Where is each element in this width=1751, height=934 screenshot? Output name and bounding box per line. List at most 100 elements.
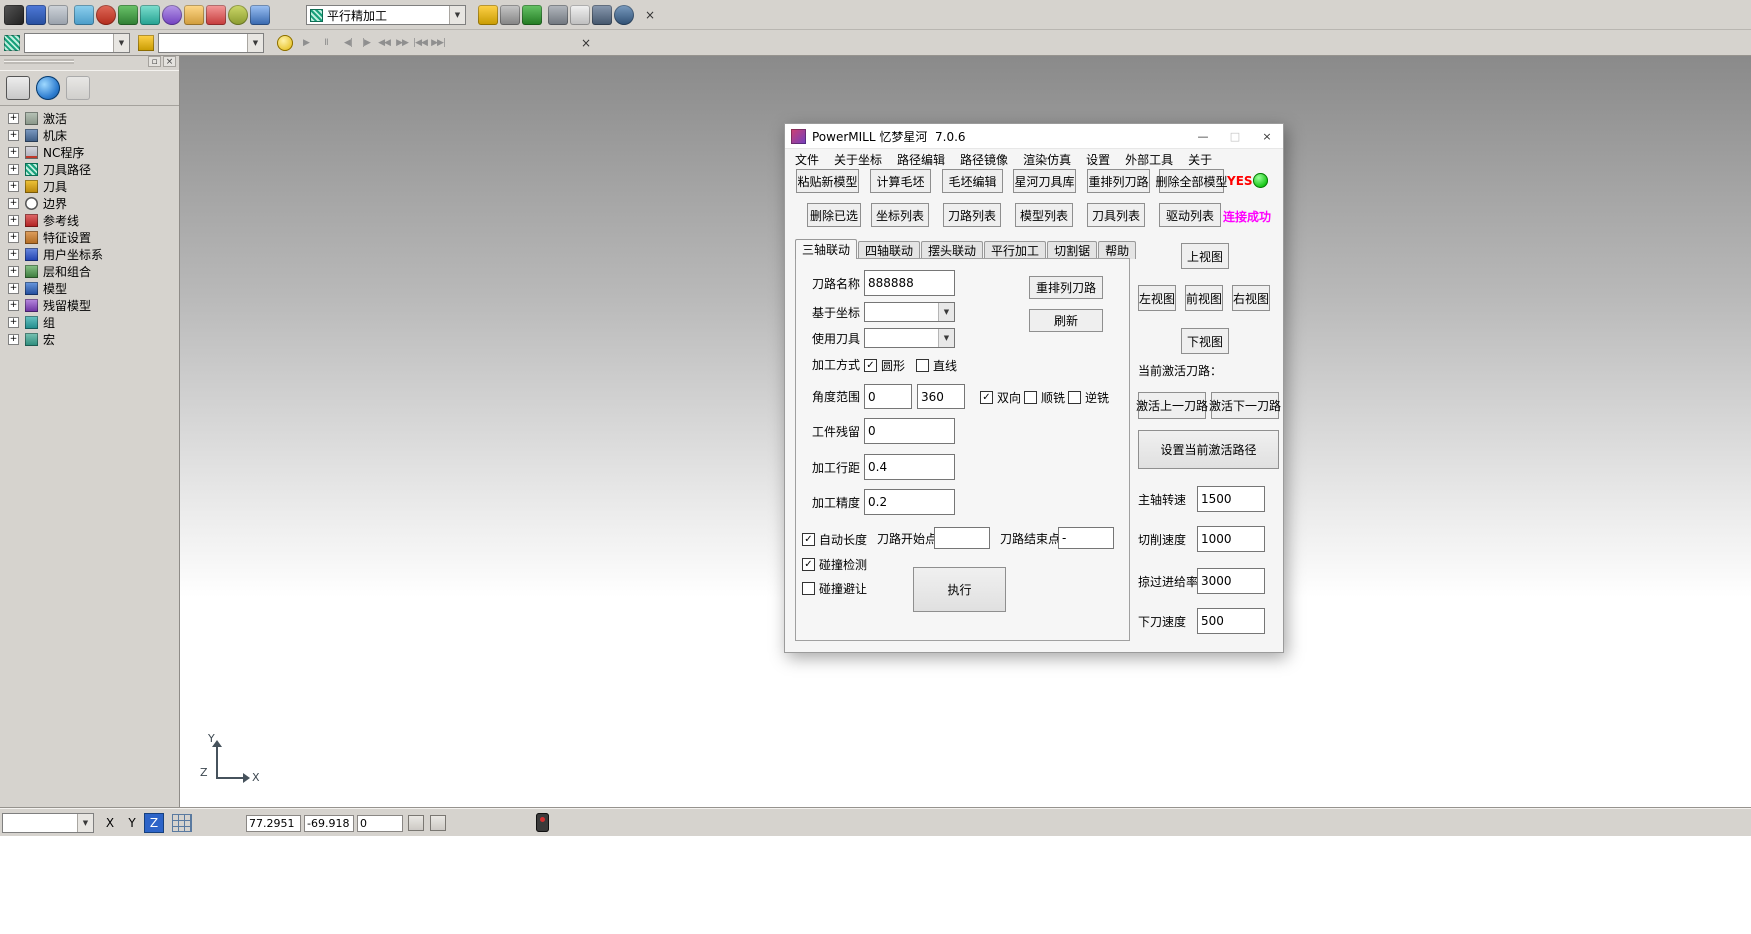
rotate-icon[interactable] — [162, 5, 182, 25]
edit-stock-button[interactable]: 毛坯编辑 — [942, 169, 1003, 193]
plunge-speed-input[interactable] — [1197, 608, 1265, 634]
rearrange-toolpath-button[interactable]: 重排列刀路 — [1087, 169, 1150, 193]
coord-z-field[interactable] — [357, 815, 403, 832]
coord-x-field[interactable] — [246, 815, 301, 832]
cutting-speed-input[interactable] — [1197, 526, 1265, 552]
tab-parallel[interactable]: 平行加工 — [984, 241, 1046, 259]
menu-settings[interactable]: 设置 — [1086, 151, 1110, 168]
expander-icon[interactable]: + — [8, 249, 19, 260]
menu-render-sim[interactable]: 渲染仿真 — [1023, 151, 1071, 168]
calc-stock-button[interactable]: 计算毛坯 — [870, 169, 931, 193]
magnet-icon[interactable] — [96, 5, 116, 25]
pencil-icon[interactable] — [206, 5, 226, 25]
coord-list-button[interactable]: 坐标列表 — [871, 203, 929, 227]
axes-icon[interactable] — [118, 5, 138, 25]
line-mode-checkbox[interactable]: 直线 — [916, 357, 957, 374]
tree-item-levels-sets[interactable]: +层和组合 — [0, 263, 179, 280]
chevron-down-icon[interactable]: ▼ — [247, 34, 263, 52]
checkbox-icon[interactable] — [1068, 391, 1081, 404]
start-point-input[interactable] — [934, 527, 990, 549]
rewind-button[interactable]: ◀◀ — [376, 34, 392, 52]
checkbox-icon[interactable]: ✓ — [980, 391, 993, 404]
collision-avoid-checkbox[interactable]: 碰撞避让 — [802, 580, 867, 597]
expander-icon[interactable]: + — [8, 283, 19, 294]
clipboard-icon[interactable] — [570, 5, 590, 25]
expander-icon[interactable]: + — [8, 266, 19, 277]
activate-prev-toolpath-button[interactable]: 激活上一刀路 — [1138, 392, 1206, 419]
world-icon[interactable] — [36, 76, 60, 100]
tree-item-boundaries[interactable]: +边界 — [0, 195, 179, 212]
tree-item-machine-tools[interactable]: +机床 — [0, 127, 179, 144]
left-view-button[interactable]: 左视图 — [1138, 285, 1176, 311]
tree-item-macros[interactable]: +宏 — [0, 331, 179, 348]
grid-toggle-icon[interactable] — [172, 814, 192, 832]
tab-swivel-head[interactable]: 摆头联动 — [921, 241, 983, 259]
toolbar-close-icon[interactable]: × — [642, 7, 658, 23]
checkbox-icon[interactable] — [1024, 391, 1037, 404]
status-combobox[interactable]: ▼ — [2, 813, 94, 833]
menu-path-edit[interactable]: 路径编辑 — [897, 151, 945, 168]
base-coord-dropdown[interactable]: ▼ — [864, 302, 955, 322]
paste-new-model-button[interactable]: 粘贴新模型 — [796, 169, 859, 193]
climb-checkbox[interactable]: 顺铣 — [1024, 389, 1065, 406]
right-view-button[interactable]: 右视图 — [1232, 285, 1270, 311]
chevron-down-icon[interactable]: ▼ — [938, 329, 954, 347]
expander-icon[interactable]: + — [8, 164, 19, 175]
expander-icon[interactable]: + — [8, 130, 19, 141]
go-start-button[interactable]: |◀◀ — [412, 34, 428, 52]
board-indicator-icon[interactable] — [536, 813, 549, 832]
coord-y-field[interactable] — [304, 815, 354, 832]
binoculars-icon[interactable] — [614, 5, 634, 25]
axis-y-button[interactable]: Y — [122, 813, 142, 833]
expander-icon[interactable]: + — [8, 181, 19, 192]
tab-saw[interactable]: 切割锯 — [1047, 241, 1097, 259]
chevron-down-icon[interactable]: ▼ — [77, 814, 93, 832]
grid-icon[interactable] — [522, 5, 542, 25]
menu-path-mirror[interactable]: 路径镜像 — [960, 151, 1008, 168]
dock-grip[interactable] — [4, 59, 74, 61]
checkbox-icon[interactable] — [916, 359, 929, 372]
axis-z-button[interactable]: Z — [144, 813, 164, 833]
auto-length-checkbox[interactable]: ✓ 自动长度 — [802, 531, 867, 548]
chevron-down-icon[interactable]: ▼ — [449, 6, 465, 24]
activate-next-toolpath-button[interactable]: 激活下一刀路 — [1211, 392, 1279, 419]
sim-tool-combobox[interactable]: ▼ — [158, 33, 264, 53]
expander-icon[interactable]: + — [8, 113, 19, 124]
stock-allowance-input[interactable] — [864, 418, 955, 444]
minimize-button[interactable]: — — [1187, 124, 1219, 149]
menu-external-tools[interactable]: 外部工具 — [1125, 151, 1173, 168]
collision-check-checkbox[interactable]: ✓ 碰撞检测 — [802, 556, 867, 573]
dialog-title-bar[interactable]: PowerMILL 忆梦星河 7.0.6 — □ × — [785, 124, 1283, 149]
strategy-combobox[interactable]: 平行精加工 ▼ — [306, 5, 466, 25]
checkbox-icon[interactable]: ✓ — [802, 558, 815, 571]
expander-icon[interactable]: + — [8, 334, 19, 345]
model-list-button[interactable]: 模型列表 — [1015, 203, 1073, 227]
points-icon[interactable] — [250, 5, 270, 25]
use-tool-dropdown[interactable]: ▼ — [864, 328, 955, 348]
scissors-icon[interactable] — [592, 5, 612, 25]
menu-file[interactable]: 文件 — [795, 151, 819, 168]
axis-x-button[interactable]: X — [100, 813, 120, 833]
stepover-input[interactable] — [864, 454, 955, 480]
execute-button[interactable]: 执行 — [913, 567, 1006, 612]
angle-measure-icon[interactable] — [430, 815, 446, 831]
close-panel-icon[interactable]: × — [163, 56, 176, 67]
maximize-button[interactable]: □ — [1219, 124, 1251, 149]
front-view-button[interactable]: 前视图 — [1185, 285, 1223, 311]
angle-to-input[interactable] — [917, 384, 965, 409]
tree-item-toolpaths[interactable]: +刀具路径 — [0, 161, 179, 178]
print-icon[interactable] — [48, 5, 68, 25]
fast-forward-button[interactable]: ▶▶ — [394, 34, 410, 52]
toolpath-name-input[interactable] — [864, 270, 955, 296]
tree-item-nc-programs[interactable]: +NC程序 — [0, 144, 179, 161]
tab-3axis[interactable]: 三轴联动 — [795, 239, 857, 259]
set-active-path-button[interactable]: 设置当前激活路径 — [1138, 430, 1279, 469]
hierarchy-icon[interactable] — [6, 76, 30, 100]
sim-toolpath-combobox[interactable]: ▼ — [24, 33, 130, 53]
tree-item-tools[interactable]: +刀具 — [0, 178, 179, 195]
tree-item-stock-models[interactable]: +残留模型 — [0, 297, 179, 314]
top-view-button[interactable]: 上视图 — [1181, 243, 1229, 269]
rearrange-button[interactable]: 重排列刀路 — [1029, 276, 1103, 299]
float-panel-icon[interactable]: ▫ — [148, 56, 161, 67]
tolerance-input[interactable] — [864, 489, 955, 515]
